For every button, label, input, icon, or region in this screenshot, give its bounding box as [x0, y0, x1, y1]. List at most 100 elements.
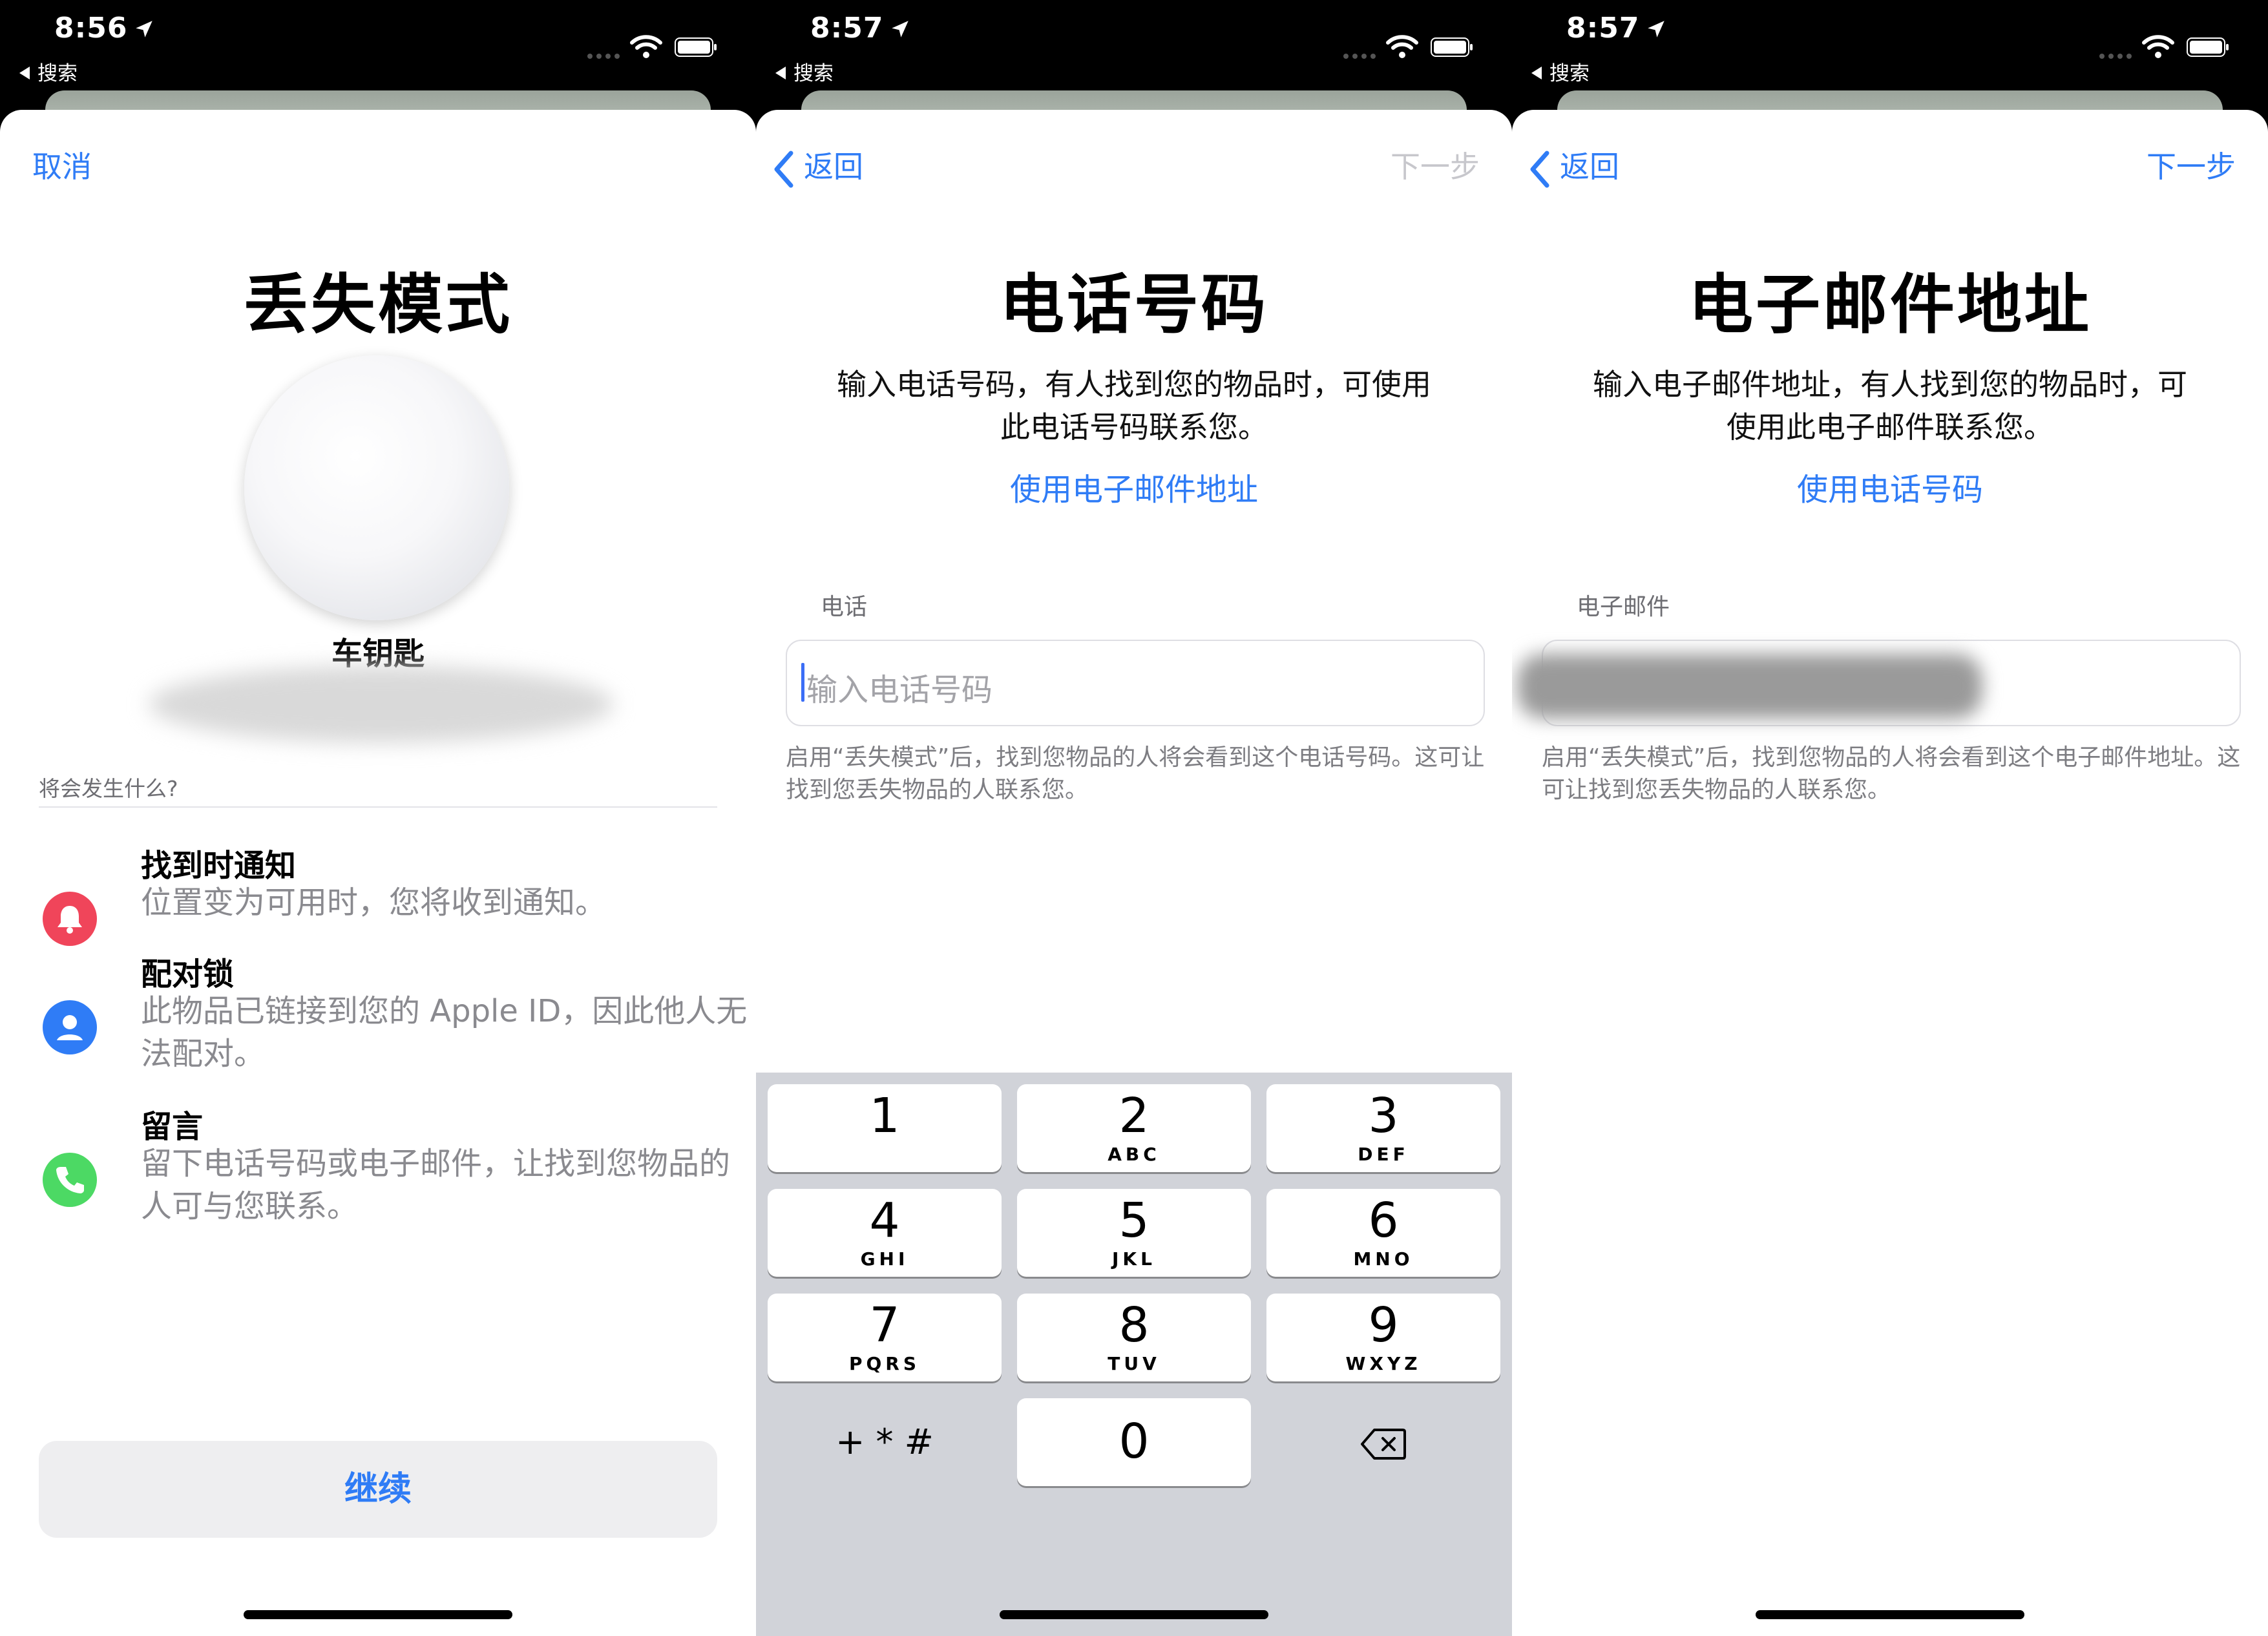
key-number: 4 — [869, 1193, 900, 1248]
phone-placeholder: 输入电话号码 — [806, 672, 993, 708]
cancel-button[interactable]: 取消 — [32, 143, 92, 186]
bell-icon — [43, 892, 97, 946]
screenshot-collage: 8:56 搜索 取消 丢失模式 车钥匙 将会发生什么? 找到时通知 位置变为可用… — [0, 0, 2268, 1636]
email-hint: 启用“丢失模式”后，找到您物品的人将会看到这个电子邮件地址。这可让找到您丢失物品… — [1542, 744, 2241, 803]
page-description: 输入电话号码，有人找到您的物品时，可使用此电话号码联系您。 — [837, 367, 1431, 445]
home-indicator — [244, 1610, 512, 1619]
lost-mode-screen: 8:56 搜索 取消 丢失模式 车钥匙 将会发生什么? 找到时通知 位置变为可用… — [0, 0, 756, 1636]
signal-icon — [1343, 54, 1376, 59]
phone-field-label: 电话 — [821, 594, 868, 620]
back-button[interactable]: 返回 — [773, 143, 863, 188]
feature-title: 留言 — [141, 1109, 204, 1145]
email-field-label: 电子邮件 — [1577, 594, 1670, 620]
key-4[interactable]: 4 GHI — [768, 1189, 1002, 1277]
back-to-app-label: 搜索 — [1549, 62, 1590, 85]
delete-backspace-icon — [1361, 1429, 1406, 1460]
status-time: 8:56 — [54, 12, 128, 45]
key-number: 3 — [1368, 1088, 1399, 1144]
chevron-left-icon — [1530, 151, 1549, 187]
key-letters: WXYZ — [1345, 1353, 1422, 1374]
person-icon — [43, 1000, 97, 1054]
feature-notify: 找到时通知 位置变为可用时，您将收到通知。 — [39, 840, 724, 946]
status-time: 8:57 — [810, 12, 884, 45]
symbols-key[interactable]: + * # — [768, 1398, 1002, 1486]
key-7[interactable]: 7 PQRS — [768, 1294, 1002, 1381]
battery-icon — [2187, 37, 2229, 57]
key-1[interactable]: 1 — [768, 1084, 1002, 1172]
key-number: 1 — [869, 1088, 900, 1144]
location-arrow-icon — [892, 21, 908, 37]
status-time: 8:57 — [1566, 12, 1640, 45]
phone-number-screen: 8:57 搜索 返回 下一步 电话号码 输入电话号码，有人找到您的物品时，可使用… — [756, 0, 1512, 1636]
key-5[interactable]: 5 JKL — [1017, 1189, 1251, 1277]
feature-title: 配对锁 — [141, 956, 235, 992]
feature-message: 留言 留下电话号码或电子邮件，让找到您物品的人可与您联系。 — [39, 1101, 730, 1250]
back-button[interactable]: 返回 — [1529, 143, 1619, 188]
back-to-app-label: 搜索 — [793, 62, 834, 85]
email-input[interactable] — [1517, 640, 2241, 726]
phone-input[interactable]: 输入电话号码 — [786, 640, 1485, 726]
next-button[interactable]: 下一步 — [1391, 143, 1480, 186]
battery-icon — [675, 37, 717, 57]
key-letters: TUV — [1108, 1353, 1160, 1374]
location-arrow-icon — [136, 21, 152, 37]
key-letters: MNO — [1353, 1248, 1414, 1270]
sheet: 返回 下一步 电子邮件地址 输入电子邮件地址，有人找到您的物品时，可使用此电子邮… — [1512, 110, 2268, 1636]
key-2[interactable]: 2 ABC — [1017, 1084, 1251, 1172]
numeric-keypad: 1 2 ABC 3 DEF 4 GHI 5 JKL 6 MNO 7 PQRS 8 TUV 9W… — [756, 1073, 1512, 1636]
redacted-email — [1517, 654, 1982, 718]
key-number: 0 — [1118, 1414, 1150, 1469]
key-letters: PQRS — [848, 1353, 921, 1374]
divider — [39, 806, 717, 808]
next-button[interactable]: 下一步 — [2147, 143, 2236, 186]
back-to-app-label: 搜索 — [37, 62, 78, 85]
home-indicator — [1756, 1610, 2024, 1619]
feature-desc: 位置变为可用时，您将收到通知。 — [141, 885, 607, 921]
page-title: 丢失模式 — [244, 267, 512, 342]
email-address-screen: 8:57 搜索 返回 下一步 电子邮件地址 输入电子邮件地址，有人找到您的物品时… — [1512, 0, 2268, 1636]
back-label: 返回 — [1560, 149, 1619, 184]
key-letters: DEF — [1358, 1144, 1409, 1165]
key-0[interactable]: 0 — [1017, 1398, 1251, 1486]
feature-title: 找到时通知 — [141, 848, 297, 884]
airtag-image — [244, 355, 509, 620]
page-title: 电话号码 — [1000, 267, 1268, 342]
key-8[interactable]: 8 TUV — [1017, 1294, 1251, 1381]
continue-button[interactable]: 继续 — [39, 1441, 717, 1538]
use-phone-link[interactable]: 使用电话号码 — [1512, 464, 2268, 509]
feature-pair-lock: 配对锁 此物品已链接到您的 Apple ID，因此他人无法配对。 — [39, 949, 747, 1097]
battery-icon — [1431, 37, 1473, 57]
back-to-app-button[interactable]: 搜索 — [19, 57, 78, 86]
key-number: 2 — [1118, 1088, 1150, 1144]
chevron-left-icon — [774, 151, 793, 187]
delete-key[interactable] — [1266, 1398, 1500, 1486]
section-label: 将会发生什么? — [39, 776, 178, 801]
key-number: 6 — [1368, 1193, 1399, 1248]
use-email-link[interactable]: 使用电子邮件地址 — [756, 464, 1512, 509]
key-3[interactable]: 3 DEF — [1266, 1084, 1500, 1172]
sheet: 返回 下一步 电话号码 输入电话号码，有人找到您的物品时，可使用此电话号码联系您… — [756, 110, 1512, 1636]
back-label: 返回 — [804, 149, 863, 184]
home-indicator — [1000, 1610, 1268, 1619]
page-description: 输入电子邮件地址，有人找到您的物品时，可使用此电子邮件联系您。 — [1593, 367, 2187, 445]
key-letters: JKL — [1112, 1248, 1156, 1270]
text-cursor — [801, 663, 804, 702]
key-9[interactable]: 9 WXYZ — [1266, 1294, 1500, 1381]
phone-hint: 启用“丢失模式”后，找到您物品的人将会看到这个电话号码。这可让找到您丢失物品的人… — [786, 744, 1485, 803]
key-6[interactable]: 6 MNO — [1266, 1189, 1500, 1277]
sheet: 取消 丢失模式 车钥匙 将会发生什么? 找到时通知 位置变为可用时，您将收到通知… — [0, 110, 756, 1636]
redacted-smear — [149, 666, 614, 743]
signal-icon — [2099, 54, 2132, 59]
feature-desc: 此物品已链接到您的 Apple ID，因此他人无法配对。 — [141, 993, 748, 1072]
status-bar: 8:57 搜索 — [756, 0, 1512, 97]
phone-icon — [43, 1153, 97, 1207]
key-letters: GHI — [860, 1248, 909, 1270]
wifi-icon — [2142, 35, 2174, 58]
key-number: 9 — [1368, 1297, 1399, 1353]
status-bar: 8:56 搜索 — [0, 0, 756, 97]
key-letters: ABC — [1108, 1144, 1160, 1165]
key-number: 8 — [1118, 1297, 1150, 1353]
back-to-app-button[interactable]: 搜索 — [775, 57, 834, 86]
key-number: 7 — [869, 1297, 900, 1353]
back-to-app-button[interactable]: 搜索 — [1531, 57, 1590, 86]
